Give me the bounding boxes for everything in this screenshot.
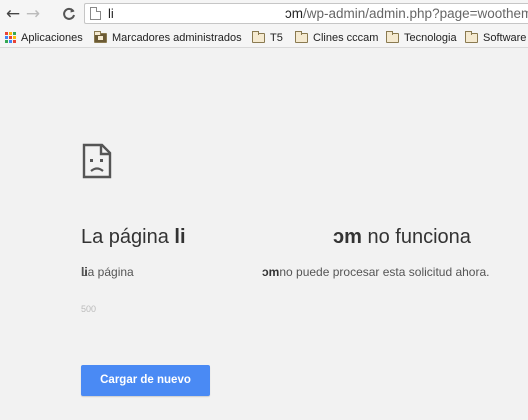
heading-domain-start: li: [174, 226, 186, 248]
bookmark-clines-cccam[interactable]: Clines cccam: [295, 30, 378, 45]
heading-prefix: La página: [81, 226, 175, 248]
url-domain-tail: ɔm: [285, 6, 303, 21]
error-code: 500: [81, 304, 97, 314]
bookmark-label: Clines cccam: [313, 31, 379, 44]
sad-page-icon: [82, 143, 112, 179]
browser-toolbar: ← → li ɔm/wp-admin/admin.php?page=woothe…: [0, 0, 528, 27]
bookmark-software[interactable]: Software: [465, 30, 526, 45]
bookmark-label: Software: [483, 31, 527, 44]
url-prefix: li: [108, 6, 114, 21]
page-icon: [90, 7, 101, 20]
heading-domain-end: ɔm: [333, 226, 362, 248]
url-path: /wp-admin/admin.php?page=woothemes: [303, 6, 528, 21]
bookmark-managed[interactable]: Marcadores administrados: [94, 30, 242, 45]
bookmarks-bar: Aplicaciones Marcadores administrados T5…: [0, 27, 528, 48]
forward-arrow-icon[interactable]: →: [22, 3, 44, 25]
desc-domain-end: ɔm: [262, 265, 280, 279]
address-bar[interactable]: li ɔm/wp-admin/admin.php?page=woothemes: [84, 3, 528, 24]
heading-suffix: no funciona: [361, 226, 471, 248]
folder-icon: [465, 30, 478, 43]
folder-icon: [295, 30, 308, 43]
back-arrow-icon[interactable]: ←: [2, 3, 24, 25]
url-rest: ɔm/wp-admin/admin.php?page=woothemes: [285, 6, 528, 21]
bookmark-label: Tecnologia: [404, 31, 457, 44]
reload-button[interactable]: Cargar de nuevo: [81, 365, 210, 396]
desc-prefix: La página: [81, 265, 134, 279]
folder-icon: [252, 30, 265, 43]
reload-icon[interactable]: [58, 3, 80, 25]
bookmark-label: Aplicaciones: [21, 31, 83, 44]
apps-grid-icon: [5, 32, 16, 43]
bookmark-label: T5: [270, 31, 283, 44]
bookmark-tecnologia[interactable]: Tecnologia: [386, 30, 457, 45]
bookmark-t5[interactable]: T5: [252, 30, 283, 45]
bookmark-label: Marcadores administrados: [112, 31, 242, 44]
folder-icon: [386, 30, 399, 43]
desc-suffix: no puede procesar esta solicitud ahora.: [279, 265, 490, 279]
managed-folder-icon: [94, 30, 107, 43]
bookmark-apps[interactable]: Aplicaciones: [5, 30, 83, 45]
